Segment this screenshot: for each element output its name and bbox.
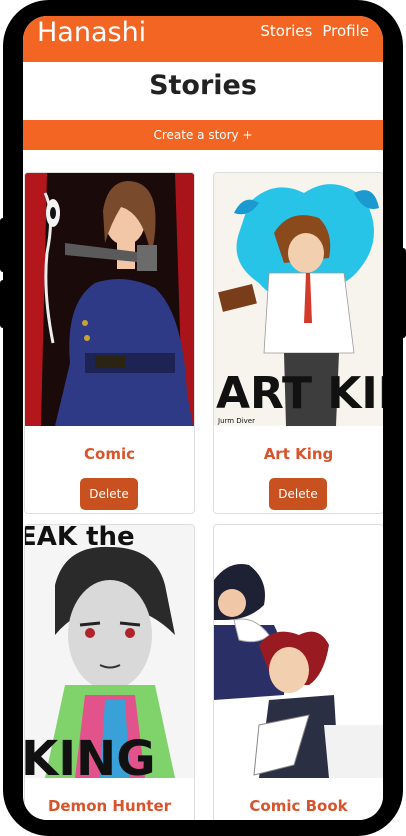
story-card: EAK the KING Demon Hunter [24,524,195,820]
navbar: Hanashi Stories Profile [23,16,383,62]
story-cover-image[interactable]: EAK the KING [25,525,194,778]
story-title[interactable]: Comic Book [214,797,383,815]
create-story-button[interactable]: Create a story + [23,120,383,150]
story-cover-image[interactable] [25,173,194,426]
page-title: Stories [149,70,257,101]
screen: Hanashi Stories Profile Stories Create a… [23,16,383,820]
story-cover-image[interactable]: ART KING Jurm Diver [214,173,383,426]
story-card: Comic Delete [24,172,195,514]
delete-button[interactable]: Delete [269,478,327,510]
story-title[interactable]: Demon Hunter [25,797,194,815]
story-title[interactable]: Art King [214,445,383,463]
nav-link-profile[interactable]: Profile [322,20,369,42]
story-cover-image[interactable] [214,525,383,778]
nav-links: Stories Profile [260,20,369,42]
nav-link-stories[interactable]: Stories [260,20,312,42]
brand-logo[interactable]: Hanashi [37,16,146,50]
svg-text:KING: KING [25,731,156,778]
phone-frame: Hanashi Stories Profile Stories Create a… [0,0,406,836]
delete-button[interactable]: Delete [80,478,138,510]
svg-text:ART KING: ART KING [216,368,383,419]
svg-text:Jurm Diver: Jurm Diver [217,417,255,425]
story-card: Comic Book [213,524,383,820]
story-card: ART KING Jurm Diver Art King Delete [213,172,383,514]
story-title[interactable]: Comic [25,445,194,463]
